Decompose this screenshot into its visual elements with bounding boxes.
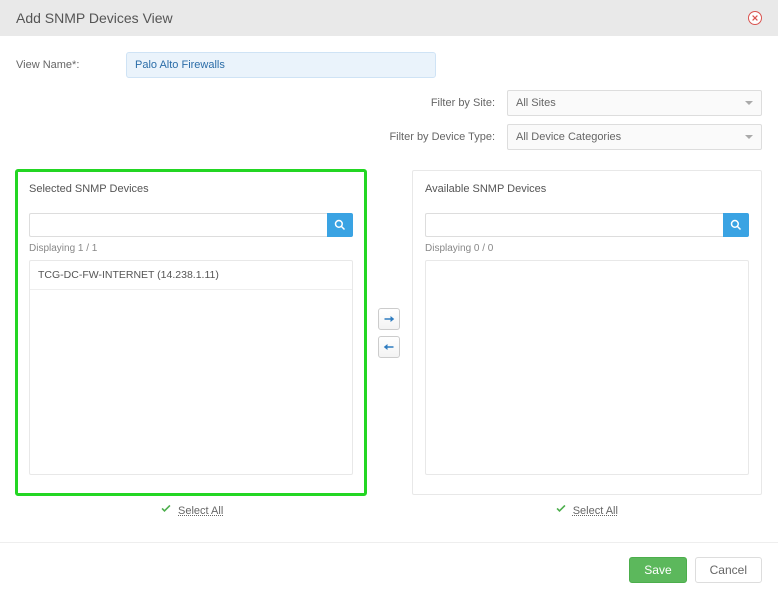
filter-site-row: Filter by Site: All Sites [16,90,762,116]
filter-site-label: Filter by Site: [431,97,495,109]
filter-site-value: All Sites [516,97,556,109]
dialog-header: Add SNMP Devices View [0,0,778,36]
select-all-row: Select All Select All [0,495,778,542]
available-select-all: Select All [411,503,762,518]
available-select-all-link[interactable]: Select All [573,505,618,517]
arrow-left-icon [383,341,395,353]
arrow-right-icon [383,313,395,325]
dialog-footer: Save Cancel [0,542,778,597]
selected-select-all-link[interactable]: Select All [178,505,223,517]
selected-list-box: TCG-DC-FW-INTERNET (14.238.1.11) [29,260,353,475]
close-button[interactable] [748,11,762,25]
available-displaying-text: Displaying 0 / 0 [425,243,749,254]
search-icon [334,219,346,231]
filter-type-label: Filter by Device Type: [389,131,495,143]
selected-search-input[interactable] [29,213,327,237]
available-panel-title: Available SNMP Devices [425,183,749,195]
selected-displaying-text: Displaying 1 / 1 [29,243,353,254]
chevron-down-icon [745,135,753,139]
selected-select-all: Select All [16,503,367,518]
view-name-row: View Name*: [0,36,778,86]
available-search-button[interactable] [723,213,749,237]
selected-search-button[interactable] [327,213,353,237]
selected-panel-title: Selected SNMP Devices [29,183,353,195]
device-lists-area: Selected SNMP Devices Displaying 1 / 1 T… [0,170,778,495]
move-left-button[interactable] [378,336,400,358]
filter-type-row: Filter by Device Type: All Device Catego… [16,124,762,150]
save-button[interactable]: Save [629,557,686,583]
filter-type-value: All Device Categories [516,131,621,143]
cancel-button[interactable]: Cancel [695,557,762,583]
selected-search-row [29,213,353,237]
view-name-input[interactable] [126,52,436,78]
list-item[interactable]: TCG-DC-FW-INTERNET (14.238.1.11) [30,261,352,290]
check-icon [555,503,567,518]
available-search-input[interactable] [425,213,723,237]
filters-area: Filter by Site: All Sites Filter by Devi… [0,86,778,170]
transfer-buttons [366,170,412,495]
dialog-title: Add SNMP Devices View [16,10,173,26]
available-devices-panel: Available SNMP Devices Displaying 0 / 0 [412,170,762,495]
move-right-button[interactable] [378,308,400,330]
available-search-row [425,213,749,237]
filter-type-select[interactable]: All Device Categories [507,124,762,150]
search-icon [730,219,742,231]
close-icon [751,14,759,22]
available-list-box [425,260,749,475]
filter-site-select[interactable]: All Sites [507,90,762,116]
chevron-down-icon [745,101,753,105]
selected-devices-panel: Selected SNMP Devices Displaying 1 / 1 T… [16,170,366,495]
view-name-label: View Name*: [16,59,126,71]
check-icon [160,503,172,518]
